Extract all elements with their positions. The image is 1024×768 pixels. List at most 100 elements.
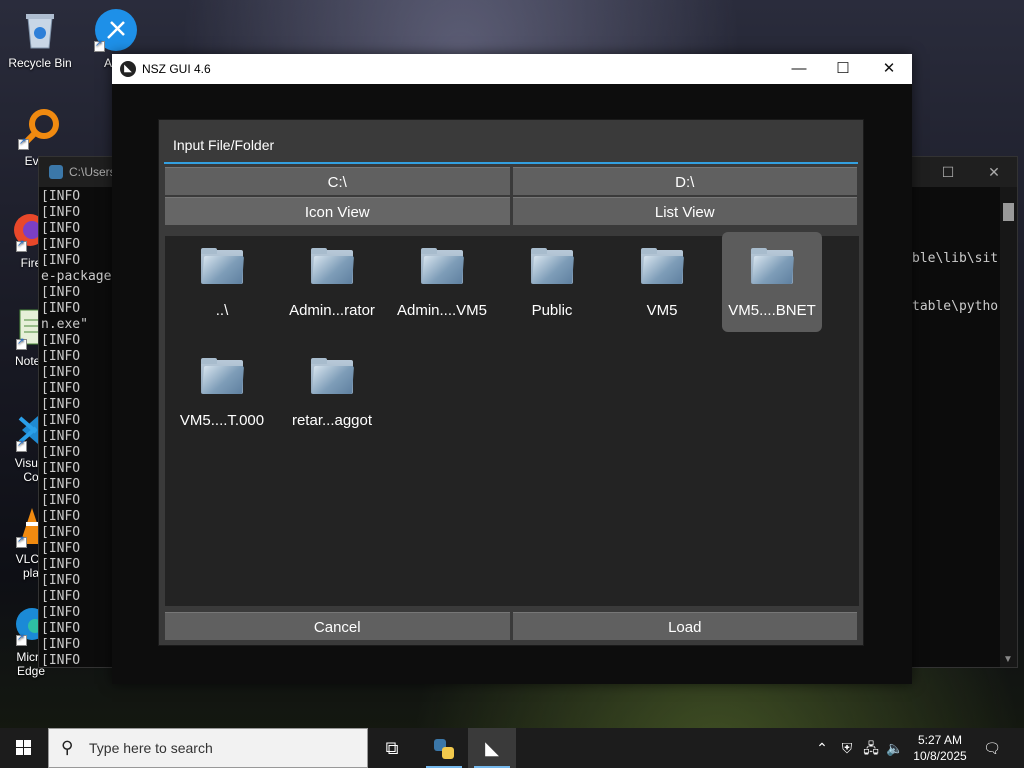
shortcut-arrow-icon: [18, 136, 29, 150]
drive-c-button[interactable]: C:\: [165, 167, 510, 195]
shortcut-arrow-icon: [16, 238, 27, 252]
folder-label: VM5....T.000: [179, 412, 265, 429]
volume-icon[interactable]: 🔈: [884, 728, 906, 768]
console-line: [INFO ]: [41, 461, 120, 476]
console-line: [INFO ]: [41, 221, 120, 236]
folder-label: Public: [531, 302, 573, 319]
list-view-button[interactable]: List View: [512, 197, 857, 225]
taskbar-python-app[interactable]: [420, 728, 468, 768]
nsz-app-icon: ◣: [120, 61, 136, 77]
windows-logo-icon: [16, 740, 31, 755]
console-output-fragment: table\pytho: [912, 299, 999, 314]
file-grid[interactable]: ..\ Admin...rator Admin....VM5 Public VM5 VM5…: [165, 232, 859, 606]
folder-label: VM5: [646, 302, 678, 319]
shortcut-arrow-icon: [16, 534, 27, 548]
scroll-down-arrow-icon[interactable]: ▼: [1003, 654, 1013, 665]
folder-item[interactable]: Admin....VM5: [392, 232, 492, 332]
shortcut-arrow-icon: [94, 38, 105, 52]
folder-label: VM5....BNET: [728, 302, 816, 319]
folder-label: Admin...rator: [289, 302, 375, 319]
file-chooser-dialog: Input File/Folder C:\ D:\ Icon View List…: [158, 119, 864, 646]
folder-item[interactable]: ..\: [172, 232, 272, 332]
load-button[interactable]: Load: [512, 612, 857, 640]
folder-label: retar...aggot: [291, 412, 373, 429]
minimize-button[interactable]: —: [776, 54, 822, 84]
taskbar-nsz-app[interactable]: ◣: [468, 728, 516, 768]
console-line: [INFO ]: [41, 301, 120, 316]
network-icon[interactable]: 🖧: [860, 728, 882, 768]
console-line: [INFO ]: [41, 509, 120, 524]
nsz-app-icon: ◣: [485, 738, 499, 758]
security-alert-icon[interactable]: ⛨: [836, 728, 858, 768]
drive-buttons: C:\ D:\: [165, 167, 857, 195]
cancel-button[interactable]: Cancel: [165, 612, 510, 640]
window-title: NSZ GUI 4.6: [142, 62, 211, 76]
magnifier-app-icon: [18, 106, 62, 150]
start-button[interactable]: [0, 728, 48, 768]
folder-item[interactable]: VM5: [612, 232, 712, 332]
console-line: [INFO ]: [41, 445, 120, 460]
console-line: [INFO ]: [41, 237, 120, 252]
folder-item[interactable]: Public: [502, 232, 602, 332]
console-maximize-button[interactable]: ☐: [925, 157, 971, 187]
taskbar: ⚲ Type here to search ⧉ ◣ ⌃ ⛨ 🖧 🔈 5:27 A…: [0, 728, 1024, 768]
recycle-bin-icon: [18, 8, 62, 52]
window-titlebar[interactable]: ◣ NSZ GUI 4.6 — ☐ ✕: [112, 54, 912, 84]
folder-item[interactable]: VM5....T.000: [172, 342, 272, 442]
desktop-icon-label: Recycle Bin: [8, 56, 72, 70]
task-view-button[interactable]: ⧉: [368, 728, 416, 768]
python-icon: [434, 739, 454, 760]
console-line: [INFO ]: [41, 477, 120, 492]
folder-item[interactable]: retar...aggot: [282, 342, 382, 442]
console-close-button[interactable]: ✕: [971, 157, 1017, 187]
console-line: [INFO ]: [41, 653, 120, 668]
console-title: C:\Users: [69, 165, 116, 179]
dialog-actions: Cancel Load: [165, 612, 857, 640]
folder-icon: [311, 358, 354, 394]
folder-icon: [421, 248, 464, 284]
console-line: [INFO ]: [41, 605, 120, 620]
close-button[interactable]: ✕: [866, 54, 912, 84]
console-line: [INFO ]: [41, 429, 120, 444]
folder-item[interactable]: VM5....BNET: [722, 232, 822, 332]
console-line: [INFO ]: [41, 525, 120, 540]
icon-view-button[interactable]: Icon View: [165, 197, 510, 225]
console-line: [INFO ]: [41, 189, 120, 204]
notifications-icon[interactable]: 🗨: [980, 728, 1004, 768]
taskbar-clock[interactable]: 5:27 AM 10/8/2025: [908, 732, 972, 764]
folder-icon: [201, 358, 244, 394]
console-line: [INFO ]: [41, 413, 120, 428]
console-line: [INFO ]: [41, 493, 120, 508]
python-icon: [49, 165, 63, 179]
dialog-title: Input File/Folder: [164, 120, 858, 164]
scrollbar-thumb[interactable]: [1003, 203, 1014, 221]
folder-icon: [751, 248, 794, 284]
drive-d-button[interactable]: D:\: [512, 167, 857, 195]
console-line: [INFO ]: [41, 285, 120, 300]
console-line: [INFO ]: [41, 541, 120, 556]
audio-app-icon: [94, 8, 138, 52]
clock-time: 5:27 AM: [917, 733, 963, 747]
console-line: [INFO ]: [41, 333, 120, 348]
console-line: [INFO ]: [41, 253, 120, 268]
console-scrollbar[interactable]: ▼: [1000, 187, 1017, 667]
folder-icon: [311, 248, 354, 284]
console-line: [INFO ]: [41, 589, 120, 604]
shortcut-arrow-icon: [16, 632, 27, 646]
taskbar-search-box[interactable]: ⚲ Type here to search: [48, 728, 368, 768]
search-icon: ⚲: [61, 738, 74, 757]
folder-item[interactable]: Admin...rator: [282, 232, 382, 332]
search-placeholder: Type here to search: [89, 740, 213, 756]
nsz-gui-window[interactable]: ◣ NSZ GUI 4.6 — ☐ ✕ Input File/Folder C:…: [112, 54, 912, 684]
clock-date: 10/8/2025: [913, 749, 967, 763]
maximize-button[interactable]: ☐: [820, 54, 866, 84]
show-hidden-icons-button[interactable]: ⌃: [812, 728, 832, 768]
view-toggle: Icon View List View: [165, 197, 857, 225]
desktop-icon-recycle-bin[interactable]: Recycle Bin: [2, 8, 78, 70]
folder-label: ..\: [215, 302, 229, 319]
console-line: [INFO ]: [41, 573, 120, 588]
folder-icon: [201, 248, 244, 284]
task-view-icon: ⧉: [385, 738, 399, 758]
shortcut-arrow-icon: [16, 336, 27, 350]
folder-label: Admin....VM5: [396, 302, 488, 319]
